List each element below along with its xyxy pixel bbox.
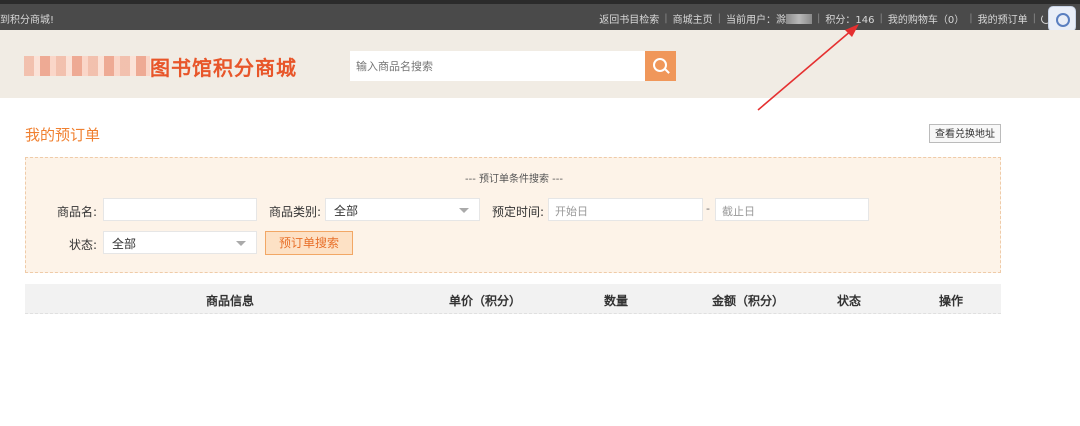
arrow-line: [757, 29, 853, 111]
annotation-arrow: [757, 24, 859, 111]
